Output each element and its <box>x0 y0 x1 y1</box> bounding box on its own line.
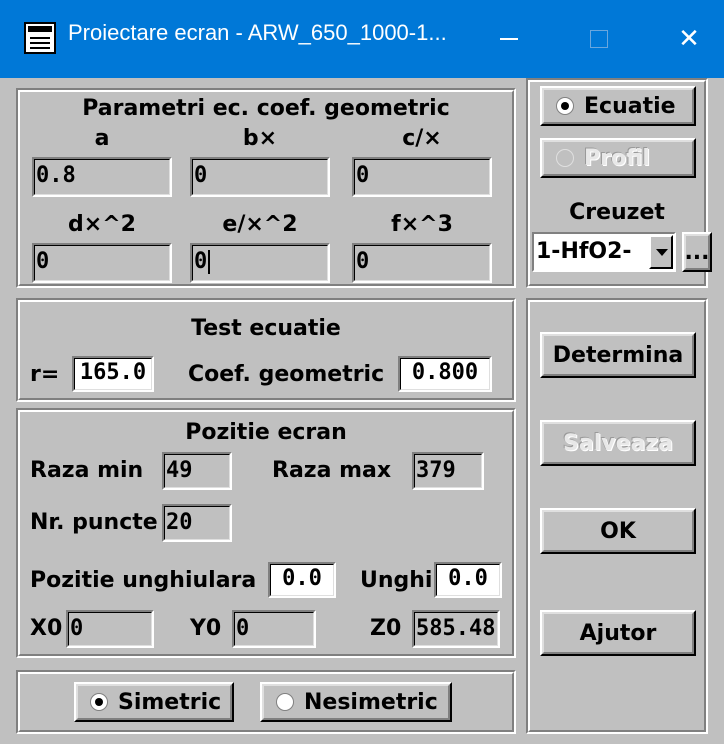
x0-field[interactable]: 0 <box>66 610 154 648</box>
unghiulara-label: Pozitie unghiulara <box>30 568 257 593</box>
radio-nesimetric-label: Nesimetric <box>304 689 438 715</box>
test-heading: Test ecuatie <box>191 316 341 341</box>
maximize-icon <box>590 30 608 48</box>
nr-puncte-field[interactable]: 20 <box>162 504 232 542</box>
param-d-field[interactable]: 0 <box>32 243 172 283</box>
pozitie-heading: Pozitie ecran <box>185 420 347 445</box>
raza-max-field[interactable]: 379 <box>412 452 484 490</box>
param-b-label: b× <box>242 126 278 151</box>
window-app-icon[interactable] <box>24 22 56 54</box>
radio-ecuatie-label: Ecuatie <box>584 93 676 119</box>
creuzet-label: Creuzet <box>569 200 665 225</box>
param-e-field[interactable]: 0 <box>190 243 330 283</box>
minimize-icon <box>500 38 518 40</box>
unghiulara-value: 0.0 <box>268 562 336 598</box>
param-c-field[interactable]: 0 <box>352 157 492 197</box>
z0-label: Z0 <box>370 616 402 641</box>
text-caret <box>208 250 211 274</box>
radio-simetric[interactable]: Simetric <box>74 682 234 722</box>
radio-profil-label: Profil <box>584 145 650 171</box>
param-a-field[interactable]: 0.8 <box>32 157 172 197</box>
minimize-button[interactable] <box>464 0 554 78</box>
radio-checked-icon <box>556 97 574 115</box>
coef-value: 0.800 <box>398 356 492 392</box>
creuzet-select[interactable]: 1-HfO2- <box>532 232 676 272</box>
r-value: 165.0 <box>72 356 154 392</box>
coef-label: Coef. geometric <box>188 362 385 387</box>
radio-checked-icon <box>90 693 108 711</box>
radio-profil: Profil <box>540 138 696 178</box>
radio-simetric-label: Simetric <box>118 689 222 715</box>
z0-field[interactable]: 585.48 <box>412 610 500 648</box>
raza-min-label: Raza min <box>30 458 144 483</box>
ok-button[interactable]: OK <box>540 508 696 554</box>
nr-puncte-label: Nr. puncte <box>30 510 158 535</box>
creuzet-value: 1-HfO2- <box>536 239 632 264</box>
close-icon: ✕ <box>678 24 700 54</box>
r-label: r= <box>30 362 60 387</box>
param-c-label: c/× <box>402 126 442 151</box>
chevron-down-icon[interactable] <box>649 235 673 269</box>
param-b-field[interactable]: 0 <box>190 157 330 197</box>
radio-unchecked-icon <box>556 149 574 167</box>
close-button[interactable]: ✕ <box>644 0 724 78</box>
unghi-value: 0.0 <box>434 562 502 598</box>
param-a-label: a <box>94 126 110 151</box>
salveaza-button: Salveaza <box>540 420 696 466</box>
radio-nesimetric[interactable]: Nesimetric <box>260 682 452 722</box>
unghi-label: Unghi <box>360 568 433 593</box>
y0-field[interactable]: 0 <box>232 610 316 648</box>
parametri-heading: Parametri ec. coef. geometric <box>82 96 450 121</box>
window-title: Proiectare ecran - ARW_650_1000-1... <box>68 20 447 45</box>
creuzet-more-button[interactable]: ... <box>682 232 712 272</box>
y0-label: Y0 <box>190 616 222 641</box>
param-e-label: e/×^2 <box>222 212 298 237</box>
dialog-window: Proiectare ecran - ARW_650_1000-1... ✕ P… <box>0 0 724 744</box>
x0-label: X0 <box>30 616 63 641</box>
radio-unchecked-icon <box>276 693 294 711</box>
param-f-label: f×^3 <box>391 212 453 237</box>
param-e-value: 0 <box>194 249 208 274</box>
determina-button[interactable]: Determina <box>540 332 696 378</box>
radio-ecuatie[interactable]: Ecuatie <box>540 86 696 126</box>
ajutor-button[interactable]: Ajutor <box>540 610 696 656</box>
raza-min-field[interactable]: 49 <box>162 452 232 490</box>
maximize-button <box>554 0 644 78</box>
param-f-field[interactable]: 0 <box>352 243 492 283</box>
title-bar[interactable]: Proiectare ecran - ARW_650_1000-1... ✕ <box>0 0 724 78</box>
param-d-label: d×^2 <box>68 212 136 237</box>
raza-max-label: Raza max <box>272 458 392 483</box>
